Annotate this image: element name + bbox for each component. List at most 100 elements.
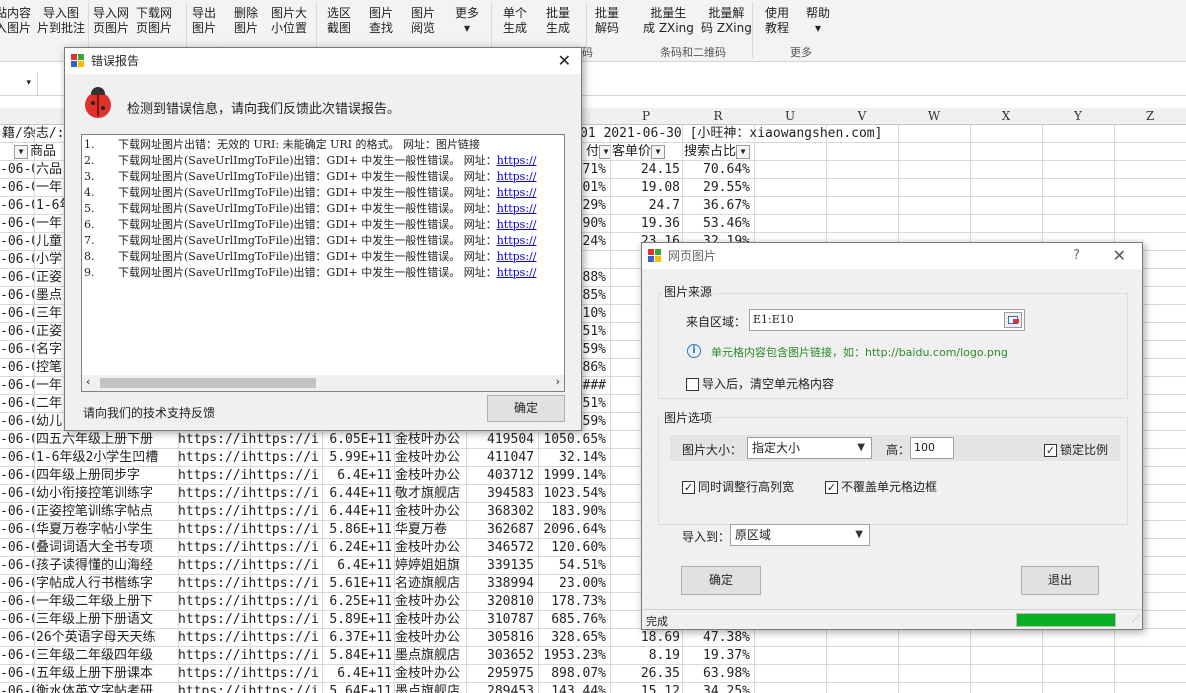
cell-r[interactable]: 19.37% xyxy=(682,647,750,665)
filter-dropdown-icon[interactable]: ▼ xyxy=(599,144,610,159)
cell-e[interactable]: 婷婷姐姐旗 xyxy=(395,557,465,575)
cell-a[interactable]: -06-0 xyxy=(0,683,34,693)
cell-c[interactable]: https://ihttps://i xyxy=(178,467,322,485)
error-item[interactable]: 9. 下载网址图片(SaveUrlImgToFile)出错：GDI+ 中发生一般性… xyxy=(82,265,536,281)
cell-e[interactable]: 金枝叶办公 xyxy=(395,467,465,485)
cell-d[interactable]: 6.37E+11 xyxy=(322,629,392,647)
ribbon-button[interactable]: 批量生成 ZXing xyxy=(643,6,694,36)
cell-d[interactable]: 6.25E+11 xyxy=(322,593,392,611)
cell-g[interactable]: 120.60% xyxy=(536,539,606,557)
cell-e[interactable]: 金枝叶办公 xyxy=(395,431,465,449)
exit-button[interactable]: 退出 xyxy=(1021,566,1099,595)
cell-d[interactable]: 6.24E+11 xyxy=(322,539,392,557)
cell-a[interactable]: -06-0 xyxy=(0,521,34,539)
cell-a[interactable]: -06-0 xyxy=(0,575,34,593)
cell-g[interactable]: 685.76% xyxy=(536,611,606,629)
cell-g[interactable]: 183.90% xyxy=(536,503,606,521)
cell-a[interactable]: -06-0 xyxy=(0,485,34,503)
cell-f[interactable]: 394583 xyxy=(466,485,534,503)
ribbon-button[interactable]: 帮助 ▾ xyxy=(806,6,830,36)
cell-p[interactable]: 24.15 xyxy=(610,161,680,179)
error-list[interactable]: 1. 下载网址图片出错：无效的 URI: 未能确定 URI 的格式。 网址：图片链… xyxy=(81,134,565,392)
cell-b[interactable]: 三年级上册下册语文 xyxy=(36,611,176,629)
cell-a[interactable]: -06-0 xyxy=(0,323,34,341)
cell-a[interactable]: -06-0 xyxy=(0,395,34,413)
height-input[interactable]: 100 xyxy=(910,437,954,459)
cell-a[interactable]: -06-0 xyxy=(0,161,34,179)
ribbon-button[interactable]: 单个 生成 xyxy=(503,6,527,36)
cell-c[interactable]: https://ihttps://i xyxy=(178,539,322,557)
cell-g[interactable]: 1050.65% xyxy=(536,431,606,449)
cell-a[interactable]: -06-0 xyxy=(0,449,34,467)
cell-d[interactable]: 6.05E+11 xyxy=(322,431,392,449)
scroll-right-icon[interactable]: › xyxy=(556,375,560,388)
scroll-left-icon[interactable]: ‹ xyxy=(86,375,90,388)
cell-g[interactable]: 328.65% xyxy=(536,629,606,647)
error-link[interactable]: https:// xyxy=(497,154,537,167)
error-item[interactable]: 2. 下载网址图片(SaveUrlImgToFile)出错：GDI+ 中发生一般性… xyxy=(82,153,536,169)
size-select[interactable]: 指定大小 ▼ xyxy=(747,437,872,459)
ok-button[interactable]: 确定 xyxy=(681,566,761,595)
cell-a[interactable]: -06-0 xyxy=(0,251,34,269)
cell-r[interactable]: 36.67% xyxy=(682,197,750,215)
cell-r[interactable]: 53.46% xyxy=(682,215,750,233)
cell-f[interactable]: 303652 xyxy=(466,647,534,665)
column-u[interactable]: U xyxy=(754,108,826,125)
cell-b[interactable]: 四五六年级上册下册 xyxy=(36,431,176,449)
resize-grip-icon[interactable]: ⋰ xyxy=(1132,614,1140,623)
cell-p[interactable]: 19.36 xyxy=(610,215,680,233)
cell-e[interactable]: 金枝叶办公 xyxy=(395,665,465,683)
cell-b[interactable]: 孩子读得懂的山海经 xyxy=(36,557,176,575)
cell-b[interactable]: 幼小衔接控笔训练字 xyxy=(36,485,176,503)
cell-b[interactable]: 三年级二年级四年级 xyxy=(36,647,176,665)
ribbon-button[interactable]: 黏内容 入图片 xyxy=(0,6,31,36)
column-p[interactable]: P xyxy=(610,108,682,125)
cell-f[interactable]: 368302 xyxy=(466,503,534,521)
error-link[interactable]: https:// xyxy=(497,170,537,183)
cell-a[interactable]: -06-0 xyxy=(0,305,34,323)
cell-a[interactable]: -06-0 xyxy=(0,359,34,377)
column-z[interactable]: Z xyxy=(1114,108,1186,125)
ribbon-button[interactable]: 图片 阅览 xyxy=(411,6,435,36)
cell-e[interactable]: 敬才旗舰店 xyxy=(395,485,465,503)
error-link[interactable]: https:// xyxy=(497,218,537,231)
cell-d[interactable]: 6.44E+11 xyxy=(322,485,392,503)
cell-g[interactable]: 143.44% xyxy=(536,683,606,693)
cell-e[interactable]: 金枝叶办公 xyxy=(395,629,465,647)
lock-ratio-checkbox[interactable]: ✓ xyxy=(1044,444,1057,457)
close-icon[interactable]: ✕ xyxy=(1113,243,1126,269)
cell-a[interactable]: -06-0 xyxy=(0,197,34,215)
cell-a[interactable]: -06-0 xyxy=(0,611,34,629)
column-v[interactable]: V xyxy=(826,108,898,125)
cell-g[interactable]: 23.00% xyxy=(536,575,606,593)
cell-e[interactable]: 墨点旗舰店 xyxy=(395,683,465,693)
cell-c[interactable]: https://ihttps://i xyxy=(178,611,322,629)
ribbon-button[interactable]: 使用 教程 xyxy=(765,6,789,36)
error-link[interactable]: https:// xyxy=(497,266,537,279)
cell-b[interactable]: 正姿控笔训练字帖点 xyxy=(36,503,176,521)
keep-border-checkbox[interactable]: ✓ xyxy=(825,481,838,494)
error-link[interactable]: https:// xyxy=(497,234,537,247)
cell-f[interactable]: 419504 xyxy=(466,431,534,449)
filter-dropdown-icon[interactable]: ▼ xyxy=(651,144,666,159)
cell-d[interactable]: 6.4E+11 xyxy=(322,467,392,485)
column-x[interactable]: X xyxy=(970,108,1042,125)
cell-d[interactable]: 6.44E+11 xyxy=(322,503,392,521)
ribbon-button[interactable]: 图片大 小位置 xyxy=(271,6,307,36)
column-w[interactable]: W xyxy=(898,108,970,125)
cell-f[interactable]: 346572 xyxy=(466,539,534,557)
cell-d[interactable]: 5.99E+11 xyxy=(322,449,392,467)
cell-p[interactable]: 24.7 xyxy=(610,197,680,215)
cell-c[interactable]: https://ihttps://i xyxy=(178,629,322,647)
ribbon-button[interactable]: 删除 图片 xyxy=(234,6,258,36)
cell-a[interactable]: -06-0 xyxy=(0,665,34,683)
cell-c[interactable]: https://ihttps://i xyxy=(178,593,322,611)
cell-e[interactable]: 金枝叶办公 xyxy=(395,593,465,611)
filter-dropdown-icon[interactable]: ▼ xyxy=(14,144,28,159)
cell-a[interactable]: -06-0 xyxy=(0,539,34,557)
clear-cells-checkbox[interactable] xyxy=(686,378,699,391)
cell-b[interactable]: 一年级二年级上册下 xyxy=(36,593,176,611)
cell-c[interactable]: https://ihttps://i xyxy=(178,431,322,449)
cell-b[interactable]: 华夏万卷字帖小学生 xyxy=(36,521,176,539)
cell-p[interactable]: 18.69 xyxy=(610,629,680,647)
